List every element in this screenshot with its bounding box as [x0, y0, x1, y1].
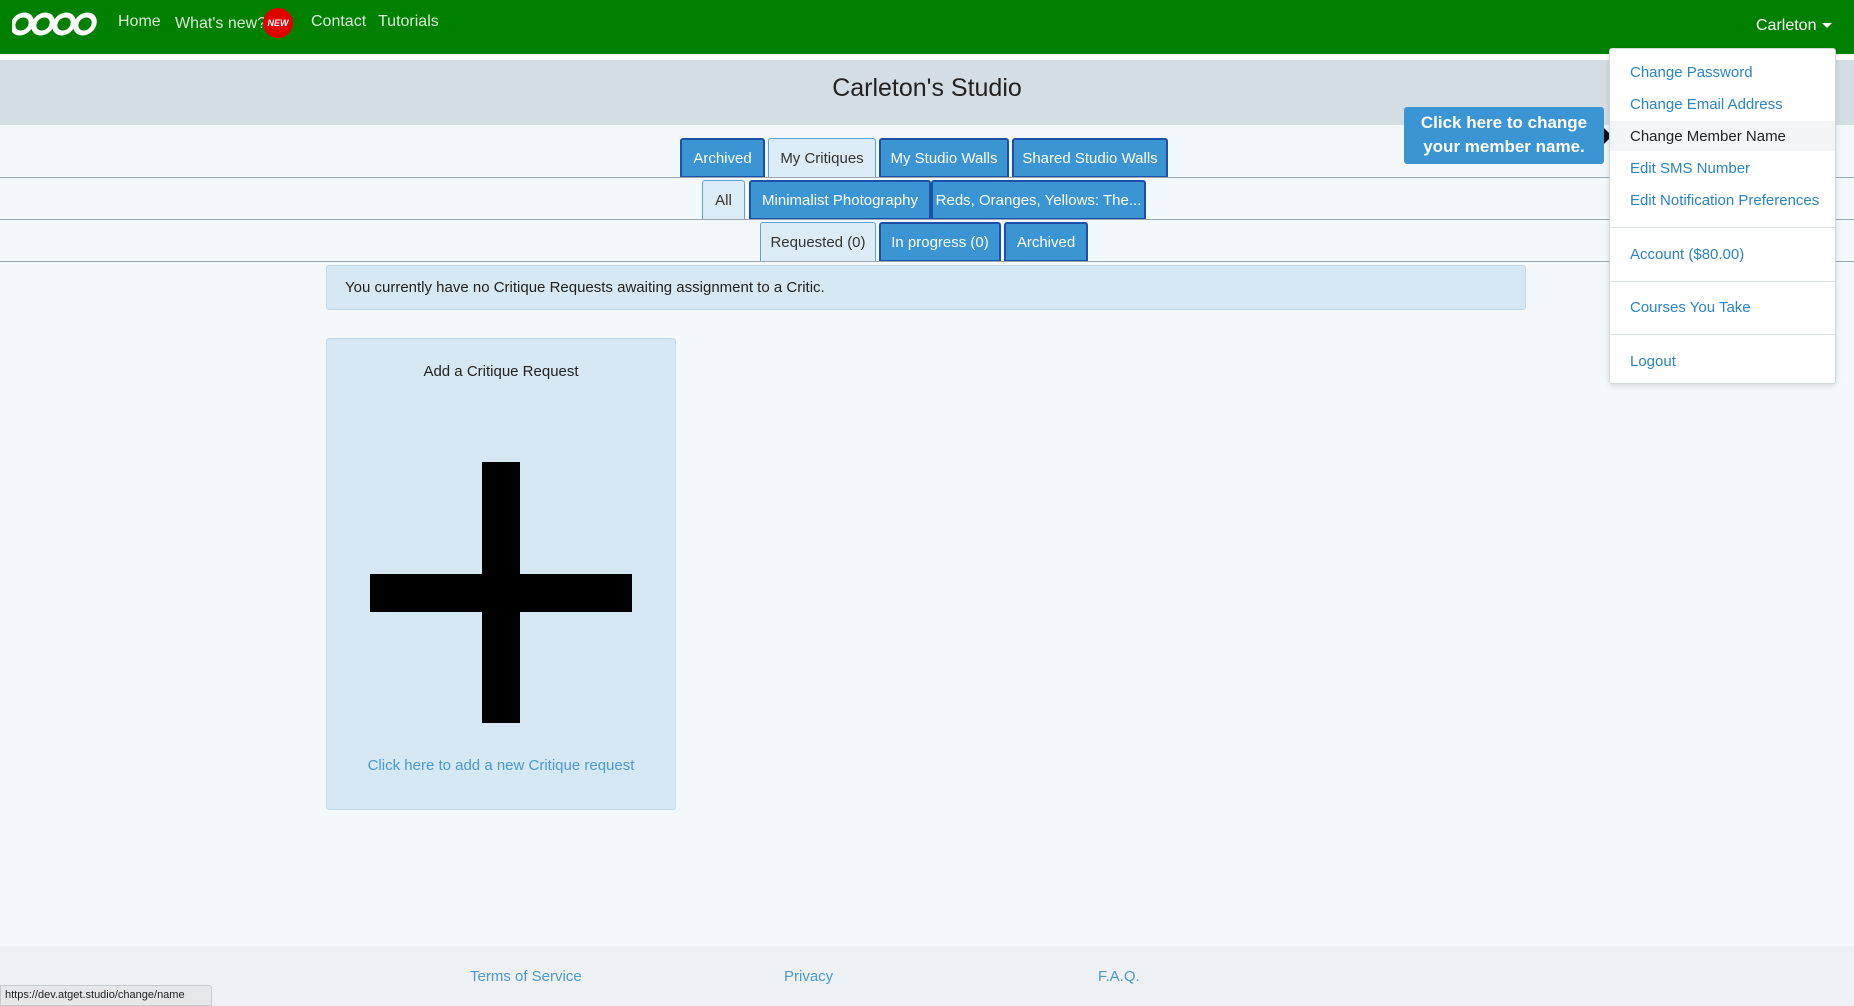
change-name-tooltip: Click here to change your member name. — [1404, 107, 1604, 164]
menu-account[interactable]: Account ($80.00) — [1610, 239, 1835, 269]
tab-in-progress[interactable]: In progress (0) — [879, 222, 1001, 262]
menu-divider — [1610, 281, 1835, 282]
status-bar-url: https://dev.atget.studio/change/name — [0, 985, 212, 1006]
add-card-title: Add a Critique Request — [423, 363, 579, 380]
user-dropdown-menu: Change Password Change Email Address Cha… — [1609, 48, 1836, 384]
nav-whats-new-link[interactable]: What's new? — [175, 15, 266, 33]
menu-courses[interactable]: Courses You Take — [1610, 292, 1835, 322]
menu-divider — [1610, 334, 1835, 335]
add-critique-card[interactable]: Add a Critique Request Click here to add… — [326, 338, 676, 810]
footer-terms-link[interactable]: Terms of Service — [470, 968, 582, 985]
caret-down-icon — [1822, 23, 1833, 29]
nav-tutorials-link[interactable]: Tutorials — [378, 13, 439, 31]
tab-archived-critiques[interactable]: Archived — [1004, 222, 1088, 262]
menu-change-member-name[interactable]: Change Member Name — [1610, 121, 1835, 151]
menu-logout[interactable]: Logout — [1610, 346, 1835, 376]
top-navbar: Home What's new? NEW Contact Tutorials C… — [0, 0, 1854, 54]
tab-row-divider — [0, 177, 1854, 178]
user-menu-toggle[interactable]: Carleton — [1756, 17, 1833, 35]
menu-change-email[interactable]: Change Email Address — [1610, 89, 1835, 119]
nav-contact-link[interactable]: Contact — [311, 13, 366, 31]
menu-change-password[interactable]: Change Password — [1610, 57, 1835, 87]
tab-reds-oranges-yellows[interactable]: Reds, Oranges, Yellows: The... — [931, 180, 1146, 220]
tab-my-critiques[interactable]: My Critiques — [768, 138, 876, 178]
new-badge: NEW — [263, 8, 293, 38]
nav-home-link[interactable]: Home — [118, 13, 161, 31]
footer-privacy-link[interactable]: Privacy — [784, 968, 833, 985]
footer: Terms of Service Privacy F.A.Q. — [0, 946, 1854, 1006]
menu-edit-sms[interactable]: Edit SMS Number — [1610, 153, 1835, 183]
user-name: Carleton — [1756, 17, 1817, 34]
menu-divider — [1610, 227, 1835, 228]
tab-row-divider — [0, 219, 1854, 220]
tab-requested[interactable]: Requested (0) — [760, 222, 876, 262]
tab-shared-studio-walls[interactable]: Shared Studio Walls — [1012, 138, 1168, 178]
tab-all[interactable]: All — [702, 180, 745, 220]
menu-notification-prefs[interactable]: Edit Notification Preferences — [1610, 185, 1835, 215]
tab-archived[interactable]: Archived — [680, 138, 765, 178]
tab-row-divider — [0, 261, 1854, 262]
footer-faq-link[interactable]: F.A.Q. — [1098, 968, 1140, 985]
tab-my-studio-walls[interactable]: My Studio Walls — [879, 138, 1009, 178]
info-alert: You currently have no Critique Requests … — [326, 265, 1526, 310]
rings-logo-icon[interactable] — [10, 10, 98, 43]
add-critique-link[interactable]: Click here to add a new Critique request — [327, 757, 675, 774]
tab-minimalist-photography[interactable]: Minimalist Photography — [749, 180, 931, 220]
page-title: Carleton's Studio — [832, 74, 1022, 102]
